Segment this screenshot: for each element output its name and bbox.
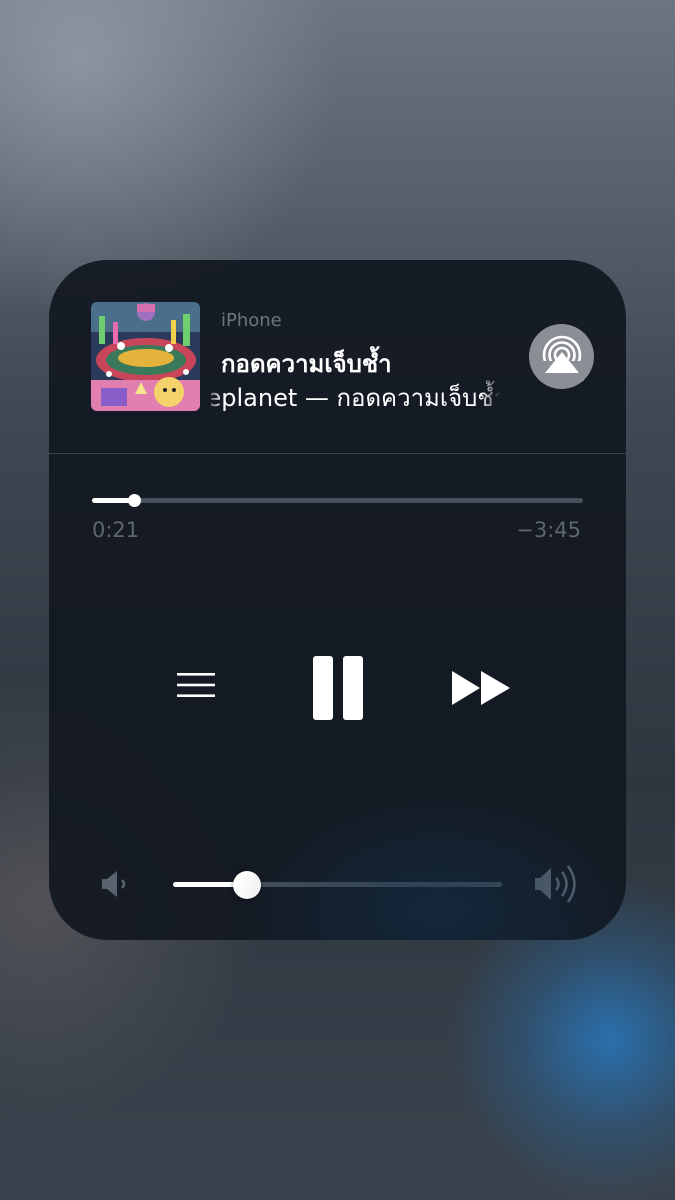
volume-high-icon: [535, 865, 576, 903]
volume-slider-handle[interactable]: [233, 871, 262, 899]
pause-button[interactable]: [303, 648, 373, 728]
divider: [49, 453, 626, 454]
now-playing-card: iPhone กอดความเจ็บช้ำ Lifeplanet — กอดคว…: [49, 260, 626, 940]
pause-icon: [313, 656, 363, 720]
track-subtitle-marquee: Lifeplanet — กอดความเจ็บช้ำ: [211, 378, 501, 412]
airplay-button[interactable]: [529, 324, 594, 389]
volume-min-indicator: [97, 866, 137, 902]
output-device-label: iPhone: [221, 310, 282, 331]
playback-scrubber-handle[interactable]: [127, 494, 141, 507]
remaining-time: −3:45: [516, 518, 581, 542]
album-artwork[interactable]: [91, 302, 200, 411]
list-icon: [177, 673, 215, 697]
volume-max-indicator: [531, 860, 583, 908]
airplay-icon: [539, 335, 584, 381]
volume-slider[interactable]: [173, 871, 502, 899]
track-subtitle: Lifeplanet — กอดความเจ็บช้ำ: [211, 384, 501, 412]
elapsed-time: 0:21: [92, 518, 140, 542]
playback-scrubber[interactable]: [92, 494, 583, 507]
fast-forward-button[interactable]: [445, 660, 517, 716]
volume-low-icon: [102, 871, 126, 897]
up-next-button[interactable]: [167, 656, 225, 714]
fast-forward-icon: [452, 671, 510, 705]
